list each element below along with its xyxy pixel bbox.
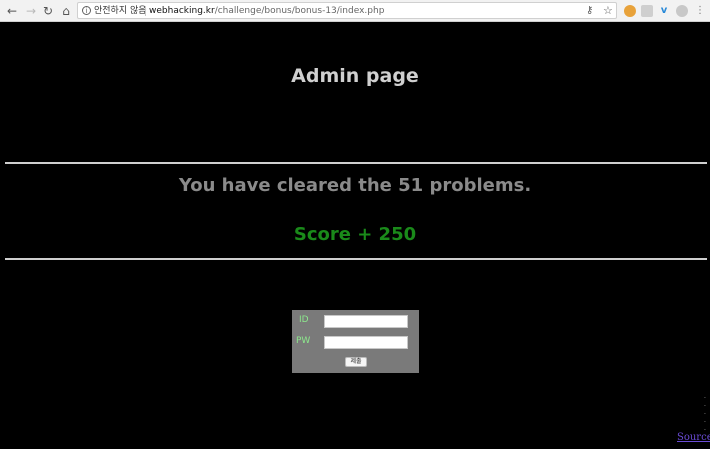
cookie-extension-icon[interactable] [624, 5, 636, 17]
pw-field[interactable] [324, 336, 408, 349]
submit-button[interactable]: 제출 [345, 357, 367, 367]
id-field[interactable] [324, 315, 408, 328]
extension-icon[interactable] [641, 5, 653, 17]
address-bar[interactable]: i 안전하지 않음 webhacking.kr/challenge/bonus/… [77, 2, 617, 19]
page-title: Admin page [291, 65, 419, 87]
pw-label: PW [296, 336, 311, 346]
globe-extension-icon[interactable] [676, 5, 688, 17]
login-form: ID PW 제출 [292, 310, 419, 373]
address-separator [145, 6, 146, 16]
score-message: Score + 250 [293, 224, 417, 245]
back-arrow-icon[interactable]: ← [5, 4, 19, 18]
forward-arrow-icon[interactable]: → [24, 4, 38, 18]
source-link[interactable]: Source [677, 432, 710, 444]
key-icon[interactable]: ⚷ [586, 4, 593, 18]
security-indicator[interactable]: 안전하지 않음 [94, 4, 147, 18]
bottom-divider [5, 258, 707, 260]
url-host: webhacking.kr [149, 6, 215, 16]
home-icon[interactable]: ⌂ [59, 4, 73, 18]
page-scroll-dots: ..... [704, 393, 706, 432]
top-divider [5, 162, 707, 164]
info-icon[interactable]: i [82, 6, 91, 15]
vimeo-extension-icon[interactable]: v [658, 5, 670, 17]
url-path: /challenge/bonus/bonus-13/index.php [214, 6, 385, 16]
browser-toolbar: ← → ↻ ⌂ i 안전하지 않음 webhacking.kr/challeng… [0, 0, 710, 22]
menu-icon[interactable]: ⋮ [694, 5, 706, 17]
cleared-message: You have cleared the 51 problems. [178, 175, 532, 196]
id-label: ID [299, 315, 309, 325]
url-text[interactable]: webhacking.kr/challenge/bonus/bonus-13/i… [149, 4, 384, 18]
reload-icon[interactable]: ↻ [41, 4, 55, 18]
bookmark-star-icon[interactable]: ☆ [603, 4, 613, 18]
